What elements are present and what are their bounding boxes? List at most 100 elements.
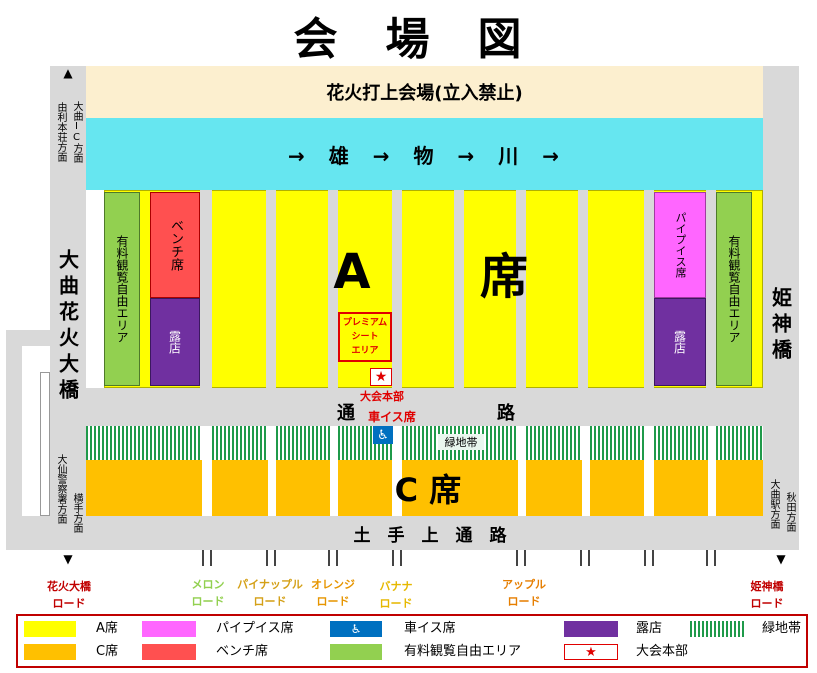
passage-label-1: 通	[337, 403, 355, 424]
legend-swatch-paid-area	[330, 644, 382, 660]
c-seat-block	[716, 460, 763, 516]
passage-label-2: 路	[497, 403, 515, 424]
left-bottom-label-a: 大仙警察署方面	[55, 454, 66, 524]
road-name-line1: オレンジ	[311, 578, 355, 591]
left-top-label-b: 由利本荘方面	[55, 102, 66, 162]
legend-label-a-seat: A席	[96, 621, 118, 636]
road-stub	[580, 550, 590, 566]
star-icon: ★	[370, 368, 392, 386]
left-bench-seat: ベンチ席	[150, 192, 200, 298]
wheelchair-seat-label: 車イス席	[368, 409, 416, 424]
greenbelt	[654, 426, 708, 460]
legend-swatch-c-seat	[24, 644, 76, 660]
c-seat-block	[86, 460, 202, 516]
a-seat-label: A	[333, 244, 371, 300]
arrow-down-icon: ▼	[63, 552, 73, 566]
left-bridge-label: 大曲花火大橋	[55, 249, 80, 405]
greenbelt	[212, 426, 268, 460]
road-stub	[202, 550, 212, 566]
wheelchair-icon: ♿	[373, 426, 393, 444]
greenbelt	[526, 426, 582, 460]
road-stub	[266, 550, 276, 566]
right-bridge-label: 姫神橋	[768, 287, 793, 365]
hq-label: 大会本部	[360, 390, 404, 403]
left-paid-area: 有料観覧自由エリア	[104, 192, 140, 386]
a-seat-gap	[266, 190, 276, 388]
road-name-line2: ロード	[316, 595, 350, 608]
road-name-line1: 花火大橋	[47, 580, 91, 593]
road-hanabi-ohashi: 花火大橋 ロード	[34, 578, 104, 612]
legend-label-bench: ベンチ席	[216, 644, 269, 659]
legend-label-c-seat: C席	[96, 644, 119, 659]
road-himegami: 姫神橋 ロード	[738, 578, 796, 612]
road-orange: オレンジ ロード	[302, 576, 364, 610]
road-name-line1: バナナ	[379, 580, 413, 593]
legend-swatch-bench	[142, 644, 196, 660]
page-title: 会 場 図	[293, 14, 524, 65]
road-apple: アップル ロード	[492, 576, 556, 610]
road-stub	[392, 550, 402, 566]
c-seat-block	[276, 460, 330, 516]
road-stub	[644, 550, 654, 566]
left-top-label-a: 大曲IC方面	[71, 101, 82, 163]
right-bottom-label-b: 秋田方面	[784, 492, 795, 532]
greenbelt-label: 緑地帯	[438, 434, 484, 450]
a-seat-gap	[644, 190, 654, 388]
c-seat-block	[590, 460, 644, 516]
road-name-line2: ロード	[52, 597, 86, 610]
star-icon: ★	[564, 644, 618, 660]
wheelchair-icon: ♿	[330, 621, 382, 637]
road-name-line1: メロン	[191, 578, 225, 591]
road-name-line1: アップル	[502, 578, 546, 591]
greenbelt	[716, 426, 763, 460]
greenbelt	[590, 426, 644, 460]
c-seat-block	[654, 460, 708, 516]
road-stub	[706, 550, 716, 566]
right-bottom-label-a: 大曲駅方面	[768, 479, 779, 529]
road-melon: メロン ロード	[180, 576, 236, 610]
greenbelt	[86, 426, 202, 460]
road-stub	[328, 550, 338, 566]
road-pineapple: パイナップル ロード	[232, 576, 308, 610]
legend-label-paid-area: 有料観覧自由エリア	[404, 644, 522, 659]
a-seat-label-seki: 席	[479, 249, 528, 305]
left-bottom-label-b: 横手方面	[71, 493, 82, 533]
road-name-line2: ロード	[253, 595, 287, 608]
road-name-line2: ロード	[507, 595, 541, 608]
road-name-line1: 姫神橋	[750, 580, 784, 593]
c-seat-block	[212, 460, 268, 516]
road-banana: バナナ ロード	[368, 578, 424, 612]
road-name-line2: ロード	[379, 597, 413, 610]
road-stub	[516, 550, 526, 566]
a-seat-gap	[706, 190, 716, 388]
legend-label-wheelchair: 車イス席	[404, 621, 456, 636]
right-pipe-seat: パイプイス席	[654, 192, 706, 298]
legend-label-shop: 露店	[636, 621, 663, 636]
left-side-white-lane	[40, 372, 50, 516]
premium-seat-area: プレミアム シート エリア	[338, 312, 392, 362]
legend-label-greenbelt: 緑地帯	[762, 621, 802, 636]
embankment-road-label: 土 手 上 通 路	[353, 525, 507, 546]
left-stall: 露店	[150, 298, 200, 386]
right-stall: 露店	[654, 298, 706, 386]
legend-swatch-a-seat	[24, 621, 76, 637]
arrow-down-icon: ▼	[776, 552, 786, 566]
legend-label-hq: 大会本部	[636, 644, 689, 659]
arrow-up-icon: ▲	[63, 66, 73, 80]
legend-swatch-shop	[564, 621, 618, 637]
a-seat-gap	[454, 190, 464, 388]
legend-label-pipe-seat: パイプイス席	[216, 621, 294, 636]
c-seat-label: C 席	[394, 471, 462, 509]
road-name-line2: ロード	[191, 595, 225, 608]
a-seat-gap	[392, 190, 402, 388]
legend-swatch-greenbelt	[690, 621, 744, 637]
road-name-line1: パイナップル	[237, 578, 303, 591]
omono-river: → 雄 → 物 → 川 →	[86, 118, 763, 190]
road-name-line2: ロード	[750, 597, 784, 610]
right-paid-area: 有料観覧自由エリア	[716, 192, 752, 386]
a-seat-gap	[578, 190, 588, 388]
legend-swatch-pipe-seat	[142, 621, 196, 637]
c-seat-block	[526, 460, 582, 516]
greenbelt	[276, 426, 330, 460]
fireworks-launch-area: 花火打上会場(立入禁止)	[86, 66, 763, 118]
